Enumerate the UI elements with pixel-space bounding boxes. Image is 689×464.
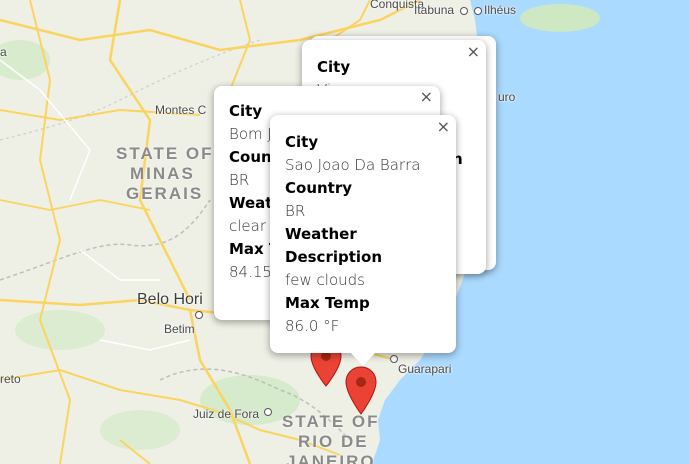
city-label-oreto: reto	[0, 372, 21, 386]
max-temp-value: 86.0 °F	[285, 317, 340, 335]
max-temp-label: Max Temp	[285, 294, 370, 312]
info-window-front[interactable]: × City Sao Joao Da Barra Country BR Weat…	[270, 115, 456, 353]
city-value: Sao Joao Da Barra	[285, 156, 421, 174]
state-label-rio-de-janeiro: STATE OF RIO DE JANEIRO	[282, 412, 380, 464]
weather-value: few clouds	[285, 271, 365, 289]
city-dot-juiz-de-fora	[264, 408, 272, 416]
city-label-uro: uro	[498, 90, 516, 104]
info-window-tail	[350, 352, 376, 366]
city-label: City	[285, 133, 319, 151]
country-value: BR	[285, 202, 306, 220]
close-icon[interactable]: ×	[420, 89, 433, 105]
city-dot-itabuna	[460, 7, 468, 15]
city-label-itabuna: Itabuna	[414, 3, 455, 17]
city-label-juiz-de-fora: Juiz de Fora	[193, 407, 260, 421]
city-label-montes: Montes C	[155, 103, 207, 117]
city-label-betim: Betim	[164, 322, 195, 336]
close-icon[interactable]: ×	[467, 44, 480, 60]
city-label: City	[317, 58, 351, 76]
city-label-a: a	[0, 45, 7, 59]
city-dot-ilheus	[474, 7, 482, 15]
map[interactable]: Conquista Itabuna Ilhéus a Montes C uro …	[0, 0, 689, 464]
city-label-ilheus: Ilhéus	[484, 3, 517, 17]
weather-label: Weather Description	[285, 225, 383, 266]
city-dot-belo-horizonte	[195, 311, 203, 319]
country-label: Country	[285, 179, 353, 197]
city-dot-guarapari	[390, 355, 398, 363]
state-label-minas-gerais: STATE OF MINAS GERAIS	[116, 144, 214, 203]
map-marker-icon[interactable]	[345, 366, 377, 416]
city-label-guarapari: Guarapari	[398, 362, 452, 376]
city-label-belo-horizonte: Belo Hori	[137, 291, 203, 308]
